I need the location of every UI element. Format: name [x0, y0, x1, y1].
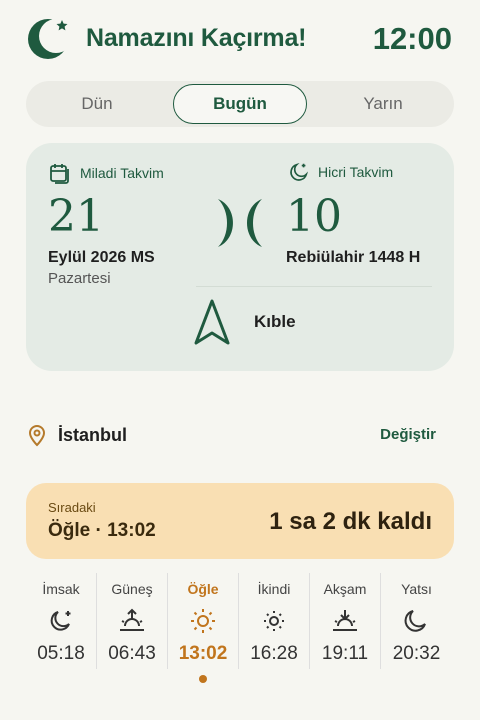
- qibla-label: Kıble: [254, 312, 296, 331]
- location-pin-icon: [28, 425, 46, 447]
- prayer-time: 16:28: [250, 643, 298, 664]
- prayer-time: 05:18: [37, 643, 85, 664]
- prayer-time: 19:11: [321, 643, 369, 664]
- day-tabs: Dün Bugün Yarın: [26, 81, 454, 127]
- hijri-month-year: Rebiülahir 1448 H: [286, 249, 421, 266]
- prayer-imsak[interactable]: İmsak 05:18: [26, 573, 97, 669]
- sun-icon: [191, 609, 215, 633]
- sun-small-icon: [264, 611, 284, 631]
- prayer-time: 20:32: [392, 643, 441, 664]
- card-divider: [196, 286, 432, 287]
- prayer-name: Öğle: [187, 581, 219, 597]
- moon-icon: [404, 610, 426, 632]
- sunset-icon: [333, 610, 357, 631]
- tab-tomorrow[interactable]: Yarın: [316, 84, 450, 124]
- prayer-ikindi[interactable]: İkindi 16:28: [239, 573, 310, 669]
- prayer-name: İmsak: [42, 581, 80, 597]
- gregorian-month-year: Eylül 2026 MS: [48, 249, 155, 266]
- crescents-divider-icon: [218, 199, 262, 247]
- hijri-heading-label: Hicri Takvim: [318, 164, 394, 180]
- next-prayer-label: Sıradaki: [48, 500, 96, 515]
- tab-today[interactable]: Bugün: [173, 84, 307, 124]
- prayer-gunes[interactable]: Güneş 06:43: [97, 573, 168, 669]
- gregorian-weekday: Pazartesi: [48, 270, 111, 287]
- prayer-time: 06:43: [108, 643, 156, 664]
- next-prayer-card: Sıradaki Öğle · 13:02 1 sa 2 dk kaldı: [26, 483, 454, 559]
- change-location-button[interactable]: Değiştir: [380, 426, 436, 443]
- prayer-time: 13:02: [178, 643, 228, 664]
- next-prayer-name-time: Öğle · 13:02: [48, 520, 156, 541]
- app-title: Namazını Kaçırma!: [86, 24, 307, 52]
- crescent-star-icon: [290, 162, 309, 181]
- prayer-name: Güneş: [111, 581, 153, 597]
- qibla-button[interactable]: Kıble: [192, 297, 296, 347]
- active-prayer-indicator: [199, 675, 207, 683]
- prayer-times-row: İmsak 05:18 Güneş 06:43 Öğle 13:02 İkind…: [26, 573, 454, 673]
- prayer-name: İkindi: [257, 581, 291, 597]
- navigation-arrow-icon: [194, 299, 230, 345]
- current-time: 12:00: [372, 21, 452, 56]
- city-name: İstanbul: [58, 424, 128, 445]
- app-header: Namazını Kaçırma! 12:00: [0, 0, 480, 78]
- next-prayer-remaining: 1 sa 2 dk kaldı: [269, 508, 432, 535]
- prayer-name: Akşam: [323, 581, 367, 597]
- hijri-heading: Hicri Takvim: [288, 161, 393, 183]
- sunrise-icon: [120, 608, 144, 631]
- calendar-card: Miladi Takvim 21 Eylül 2026 MS Pazartesi…: [26, 143, 454, 371]
- gregorian-day: 21: [48, 191, 104, 242]
- moon-star-icon: [50, 611, 71, 631]
- calendar-icon: [50, 164, 69, 184]
- crescent-star-icon: [28, 19, 73, 59]
- tab-yesterday[interactable]: Dün: [30, 84, 164, 124]
- prayer-aksam[interactable]: Akşam 19:11: [310, 573, 381, 669]
- gregorian-heading: Miladi Takvim: [48, 161, 164, 185]
- gregorian-heading-label: Miladi Takvim: [80, 165, 164, 181]
- prayer-name: Yatsı: [401, 581, 432, 597]
- prayer-ogle[interactable]: Öğle 13:02: [168, 573, 239, 669]
- prayer-yatsi[interactable]: Yatsı 20:32: [381, 573, 452, 669]
- location: İstanbul: [26, 423, 127, 447]
- hijri-day: 10: [286, 191, 342, 242]
